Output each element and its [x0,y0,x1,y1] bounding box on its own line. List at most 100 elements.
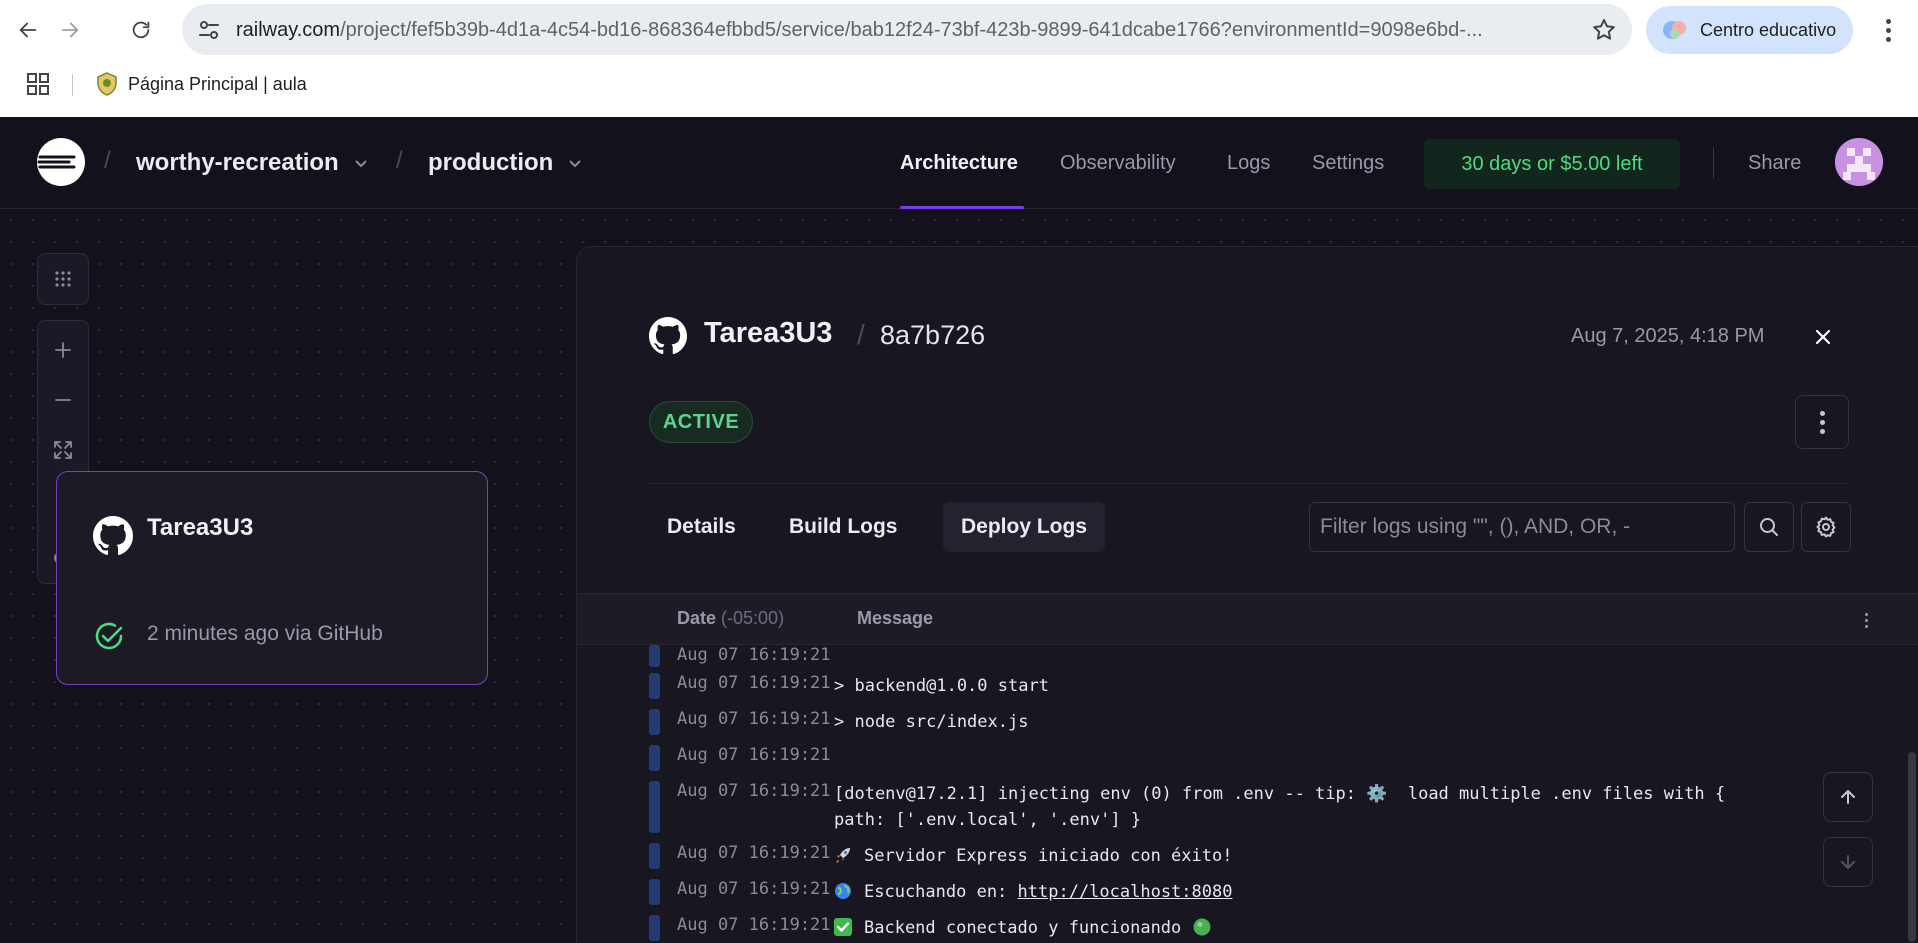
repo-name[interactable]: Tarea3U3 [704,317,832,350]
browser-chrome: railway.com/project/fef5b39b-4d1a-4c54-b… [0,0,1918,117]
timezone-label: (-05:00) [721,608,785,628]
log-level-bar [649,645,660,667]
bookmark-separator [72,74,73,96]
tab-build-logs[interactable]: Build Logs [771,502,916,552]
scrollbar[interactable] [1908,752,1916,942]
avatar[interactable] [1835,138,1883,186]
check-mark-icon [834,918,852,936]
trial-badge[interactable]: 30 days or $5.00 left [1424,139,1680,189]
kebab-dot [1819,419,1825,425]
site-settings-icon[interactable] [196,17,222,43]
log-level-bar [649,879,660,905]
zoom-out-button[interactable] [38,375,88,425]
canvas-menu-button[interactable] [38,254,88,304]
close-icon[interactable] [1811,325,1835,349]
status-badge: ACTIVE [649,401,753,443]
log-level-bar [649,709,660,735]
search-button[interactable] [1744,502,1794,552]
school-crest-icon [97,72,117,96]
tab-architecture[interactable]: Architecture [900,152,1018,175]
breadcrumb-separator: / [104,147,111,174]
log-message-container: Servidor Express iniciado con éxito! [834,843,1764,869]
log-date: Aug 07 16:19:21 [677,645,831,665]
arrow-down-icon [1841,855,1855,869]
scroll-to-top-button[interactable] [1823,772,1873,822]
profile-chip[interactable]: Centro educativo [1646,6,1853,54]
log-date: Aug 07 16:19:21 [677,915,831,935]
forward-button[interactable] [50,10,90,50]
title-separator: / [857,319,865,350]
reload-button[interactable] [121,10,161,50]
profile-icon [1663,21,1686,39]
scroll-to-bottom-button[interactable] [1823,837,1873,887]
service-card[interactable]: Tarea3U3 2 minutes ago via GitHub [56,471,488,685]
commit-hash[interactable]: 8a7b726 [880,320,985,351]
tab-details[interactable]: Details [649,502,754,552]
log-date: Aug 07 16:19:21 [677,879,831,899]
identicon-icon [1835,138,1883,186]
forward-icon [61,22,79,38]
more-options-button[interactable] [1795,395,1849,449]
browser-menu-button[interactable] [1870,10,1906,50]
log-message-prefix: Escuchando en: [864,882,1018,902]
tab-observability[interactable]: Observability [1060,152,1176,175]
back-button[interactable] [8,10,48,50]
green-circle-icon [1193,918,1211,936]
kebab-dot [1819,428,1825,434]
zoom-in-button[interactable] [38,325,88,375]
divider [649,483,1849,484]
canvas-menu-group [37,253,89,305]
log-message-container: Backend conectado y funcionando [834,915,1764,941]
address-bar[interactable]: railway.com/project/fef5b39b-4d1a-4c54-b… [182,4,1632,55]
chevron-down-icon [569,160,582,168]
star-icon[interactable] [1590,16,1618,44]
column-options-button[interactable] [1856,610,1876,630]
plus-icon [55,342,71,358]
log-level-bar [649,843,660,869]
log-level-bar [649,745,660,771]
service-status: 2 minutes ago via GitHub [147,622,383,645]
url-host: railway.com [236,19,341,41]
railway-logo-icon[interactable] [36,137,86,187]
apps-icon[interactable] [26,72,50,96]
check-circle-icon [95,622,123,650]
profile-label: Centro educativo [1700,20,1837,40]
log-message: Backend conectado y funcionando [864,918,1182,938]
railway-app: / worthy-recreation / production Archite… [0,117,1918,943]
log-message: > backend@1.0.0 start [834,676,1049,696]
share-button[interactable]: Share [1748,152,1801,175]
bookmark-label: Página Principal | aula [128,73,307,94]
log-level-bar [649,915,660,941]
localhost-link[interactable]: http://localhost:8080 [1018,882,1233,902]
url-text[interactable]: railway.com/project/fef5b39b-4d1a-4c54-b… [236,19,1566,42]
kebab-dot [1819,410,1825,416]
divider [1713,147,1714,179]
kebab-dot [1885,27,1891,33]
kebab-dot [1864,612,1868,616]
project-name: worthy-recreation [136,149,339,176]
tab-deploy-logs[interactable]: Deploy Logs [943,502,1106,552]
project-selector[interactable]: worthy-recreation [136,149,369,177]
log-settings-button[interactable] [1801,502,1851,552]
reload-icon [132,21,150,39]
log-filter-input[interactable]: Filter logs using "", (), AND, OR, - [1309,502,1735,552]
bookmark-item[interactable]: Página Principal | aula [94,69,307,99]
globe-icon [835,883,851,899]
arrow-up-icon [1841,790,1855,804]
top-bar: / worthy-recreation / production Archite… [0,117,1918,209]
tab-logs[interactable]: Logs [1227,152,1270,175]
log-table-header: Date (-05:00) Message [577,593,1918,645]
log-date: Aug 07 16:19:21 [677,673,831,693]
log-message: > node src/index.js [834,712,1029,732]
environment-selector[interactable]: production [428,149,583,177]
search-icon [1760,518,1778,536]
rocket-icon [836,848,850,863]
tab-settings[interactable]: Settings [1312,152,1384,175]
kebab-dot [1864,618,1868,622]
chevron-down-icon [355,160,367,168]
deployment-date: Aug 7, 2025, 4:18 PM [1571,325,1765,347]
github-icon [649,317,687,355]
environment-name: production [428,149,554,176]
fit-view-button[interactable] [38,425,88,475]
column-date[interactable]: Date (-05:00) [677,608,784,629]
